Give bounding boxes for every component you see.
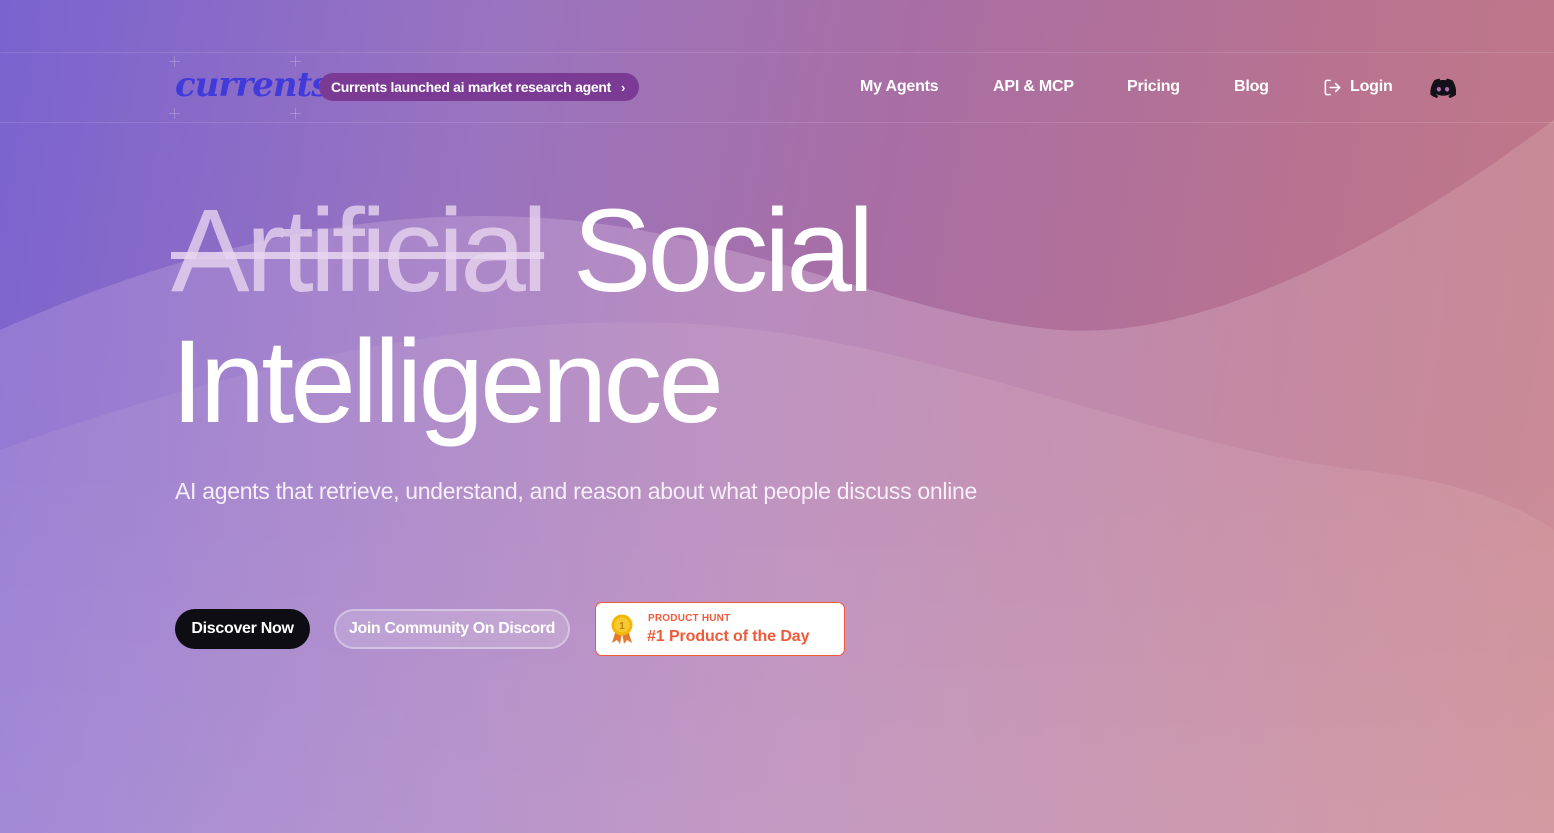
discord-link[interactable] (1430, 78, 1457, 98)
nav-api-mcp[interactable]: API & MCP (993, 75, 1074, 99)
nav-my-agents[interactable]: My Agents (860, 75, 939, 99)
discover-now-button[interactable]: Discover Now (175, 609, 310, 649)
hero-title-social: Social (572, 185, 874, 317)
nav-login[interactable]: Login (1323, 75, 1393, 99)
announcement-pill[interactable]: Currents launched ai market research age… (319, 73, 639, 101)
join-discord-button[interactable]: Join Community On Discord (334, 609, 570, 649)
currents-logo[interactable]: currents (175, 62, 330, 108)
chevron-right-icon: › (620, 79, 625, 95)
hero-title-struck-word: Artificial (171, 185, 548, 317)
nav-pricing[interactable]: Pricing (1127, 75, 1180, 99)
hero-title: Artificial Social Intelligence (171, 185, 874, 448)
site-header: currents Currents launched ai market res… (0, 0, 1554, 122)
product-hunt-title: #1 Product of the Day (647, 628, 810, 645)
medal-number: 1 (619, 621, 625, 632)
hero-subtitle: AI agents that retrieve, understand, and… (175, 478, 977, 504)
medal-icon: 1 (611, 614, 633, 644)
product-hunt-badge[interactable]: 1 PRODUCT HUNT #1 Product of the Day (595, 602, 845, 656)
discord-icon (1430, 78, 1457, 98)
grid-line (0, 122, 1554, 123)
announcement-text: Currents launched ai market research age… (331, 79, 611, 95)
login-label: Login (1350, 78, 1393, 95)
page: { "colors": { "logo": "#3f3ad9", "announ… (0, 0, 1554, 833)
product-hunt-kicker: PRODUCT HUNT (648, 613, 731, 624)
login-icon (1324, 79, 1341, 95)
nav-blog[interactable]: Blog (1234, 75, 1269, 99)
hero-title-intelligence: Intelligence (171, 316, 724, 448)
